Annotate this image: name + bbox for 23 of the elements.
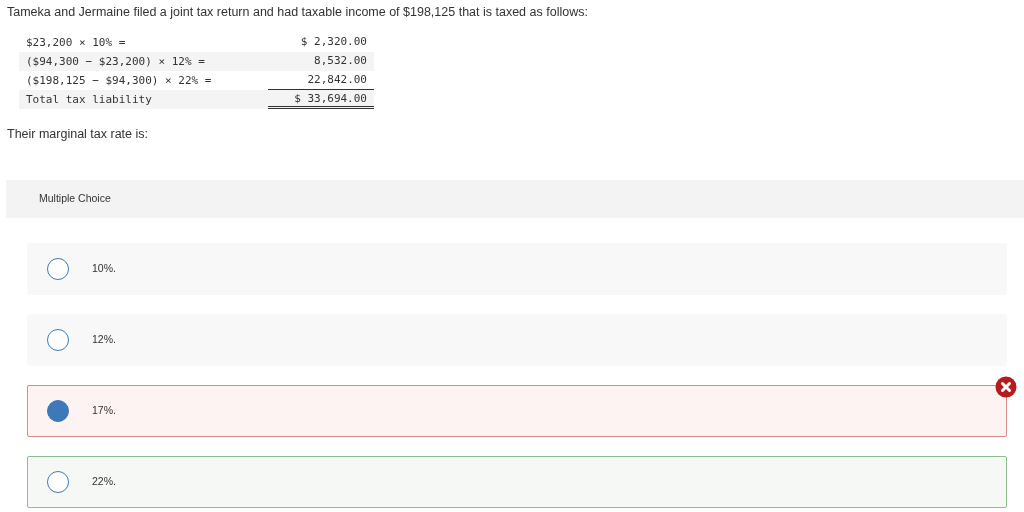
question-text: Tameka and Jermaine filed a joint tax return and had taxable income of $198,125 that is taxed as follows: <box>7 4 589 21</box>
radio-button[interactable] <box>47 470 69 493</box>
amount-cell-text: 8,532.00 <box>313 53 368 69</box>
option-label: 22%. <box>92 473 116 489</box>
amount-cell-text: $ 2,320.00 <box>299 34 368 50</box>
answer-option[interactable]: 12%. <box>27 313 1007 366</box>
close-icon <box>995 375 1017 398</box>
option-label: 17%. <box>92 402 116 418</box>
answer-option[interactable]: 22%. <box>27 455 1007 508</box>
expression-cell-text: Total tax liability <box>25 92 153 108</box>
section-label: Multiple Choice <box>39 190 111 206</box>
radio-button[interactable] <box>47 399 69 422</box>
option-label: 10%. <box>92 260 116 276</box>
expression-cell-text: $23,200 × 10% = <box>25 35 127 51</box>
expression-cell-text: ($94,300 − $23,200) × 12% = <box>25 54 206 70</box>
answer-option[interactable]: 17%. <box>27 384 1007 437</box>
amount-cell: $ 33,694.00 <box>268 90 374 109</box>
radio-button[interactable] <box>47 328 69 351</box>
expression-cell-text: ($198,125 − $94,300) × 22% = <box>25 73 213 89</box>
option-label: 12%. <box>92 331 116 347</box>
prompt-text: Their marginal tax rate is: <box>7 126 150 143</box>
radio-button[interactable] <box>47 257 69 280</box>
answer-option[interactable]: 10%. <box>27 242 1007 295</box>
